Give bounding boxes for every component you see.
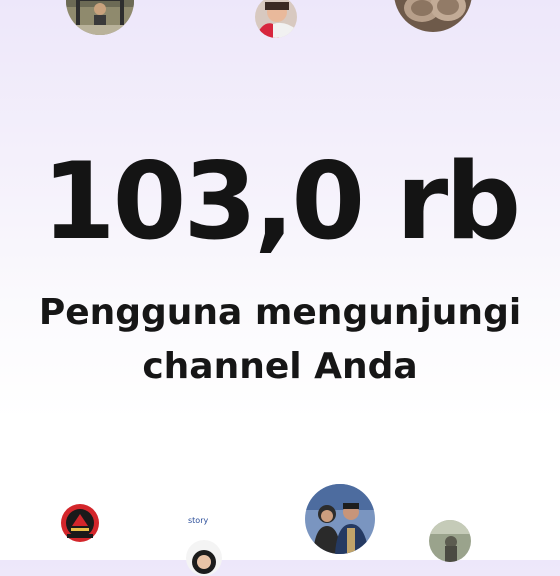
avatar-child-photo [255, 0, 297, 38]
stat-value: 103,0 rb [41, 140, 521, 263]
story-label: story [188, 516, 209, 525]
stat-caption-line1: Pengguna mengunjungi [38, 292, 522, 333]
stat-caption-line2: channel Anda [142, 346, 418, 387]
avatar-story-person-photo [186, 540, 222, 576]
stat-caption: Pengguna mengunjungi channel Anda [0, 286, 560, 394]
avatar-gym-photo [66, 0, 134, 35]
avatar-couple-photo [305, 484, 375, 554]
avatar-emblem-logo [59, 502, 101, 544]
avatar-outdoor-photo [429, 520, 471, 562]
avatar-sandals-photo [394, 0, 472, 32]
